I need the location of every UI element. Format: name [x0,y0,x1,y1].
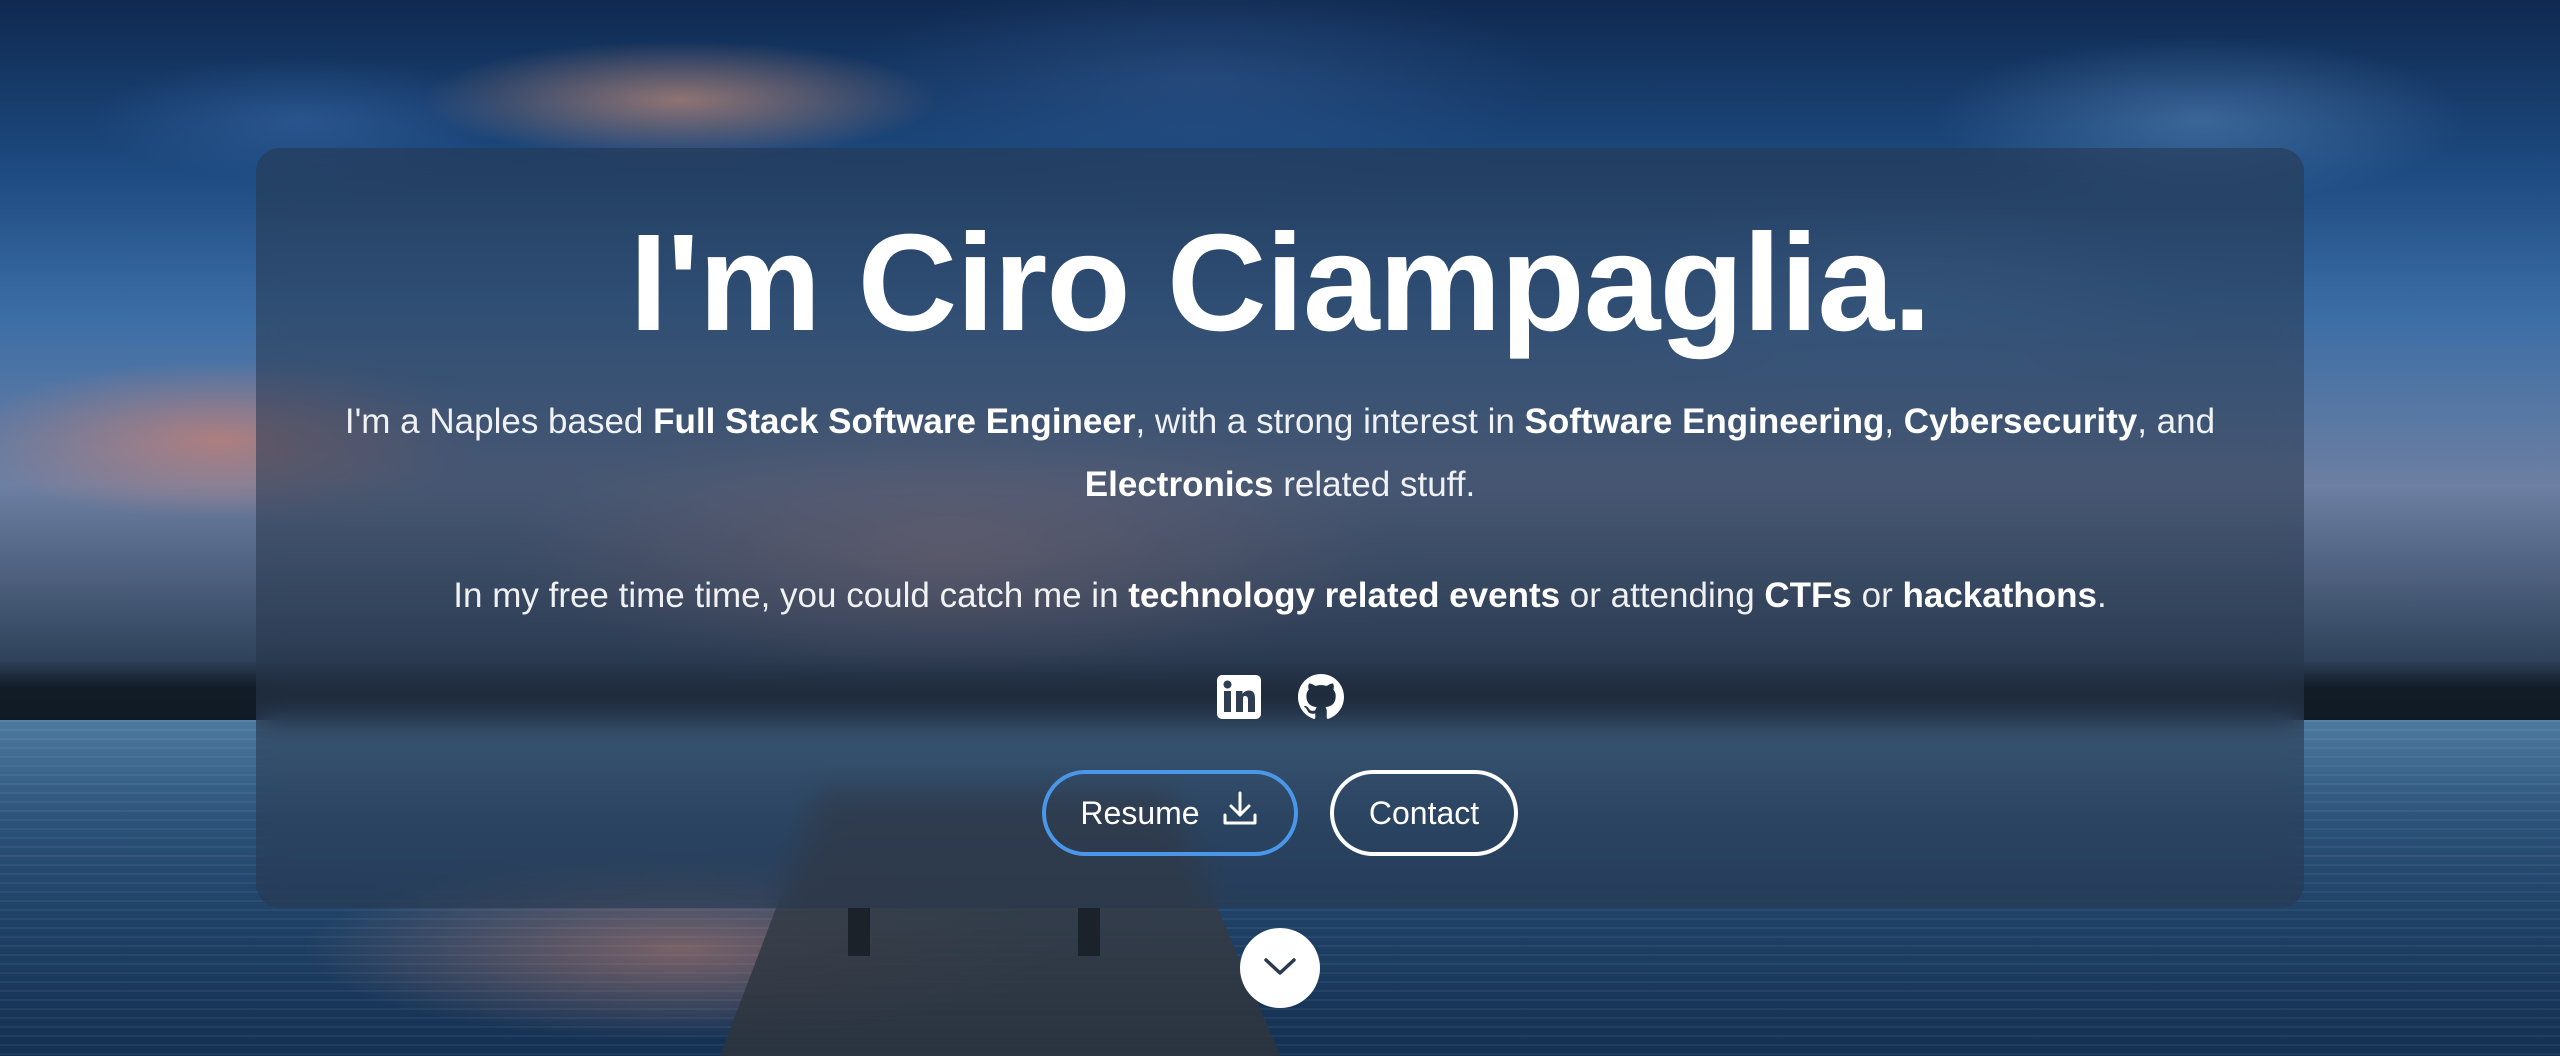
contact-button[interactable]: Contact [1330,770,1518,856]
free-time-text: or [1851,576,1903,615]
resume-button[interactable]: Resume [1042,770,1298,856]
intro-highlight: Electronics [1084,465,1274,504]
intro-text: related stuff. [1273,465,1476,504]
free-time-highlight: hackathons [1902,576,2097,615]
social-links [256,674,2304,726]
intro-text: , [1884,402,1904,441]
sky-glow [420,40,940,160]
contact-label: Contact [1368,794,1480,831]
pier-post [848,908,870,956]
github-icon[interactable] [1298,674,1344,720]
free-time-text: In my free time time, you could catch me… [453,576,1129,615]
intro-highlight: Cybersecurity [1903,402,2138,441]
intro-panel: I'm Ciro Ciampaglia. I'm a Naples based … [256,148,2304,908]
intro-text: I'm a Naples based [344,402,654,441]
free-time-highlight: technology related events [1128,576,1561,615]
intro-highlight: Software Engineering [1524,402,1885,441]
action-buttons: Resume Contact [256,770,2304,856]
download-icon [1220,789,1260,837]
linkedin-icon[interactable] [1216,674,1262,720]
free-time-paragraph: In my free time time, you could catch me… [306,564,2254,627]
free-time-text: . [2096,576,2107,615]
free-time-highlight: CTFs [1764,576,1852,615]
page-title: I'm Ciro Ciampaglia. [629,206,1931,360]
free-time-text: or attending [1560,576,1765,615]
pier-post [1078,908,1100,956]
intro-text: , with a strong interest in [1135,402,1525,441]
intro-highlight: Full Stack Software Engineer [653,402,1136,441]
resume-label: Resume [1080,794,1200,831]
scroll-down-button[interactable] [1240,928,1320,1008]
intro-text: , and [2137,402,2216,441]
chevron-down-icon [1262,955,1298,982]
intro-paragraph: I'm a Naples based Full Stack Software E… [306,390,2254,516]
hero-section: I'm Ciro Ciampaglia. I'm a Naples based … [0,0,2560,1056]
